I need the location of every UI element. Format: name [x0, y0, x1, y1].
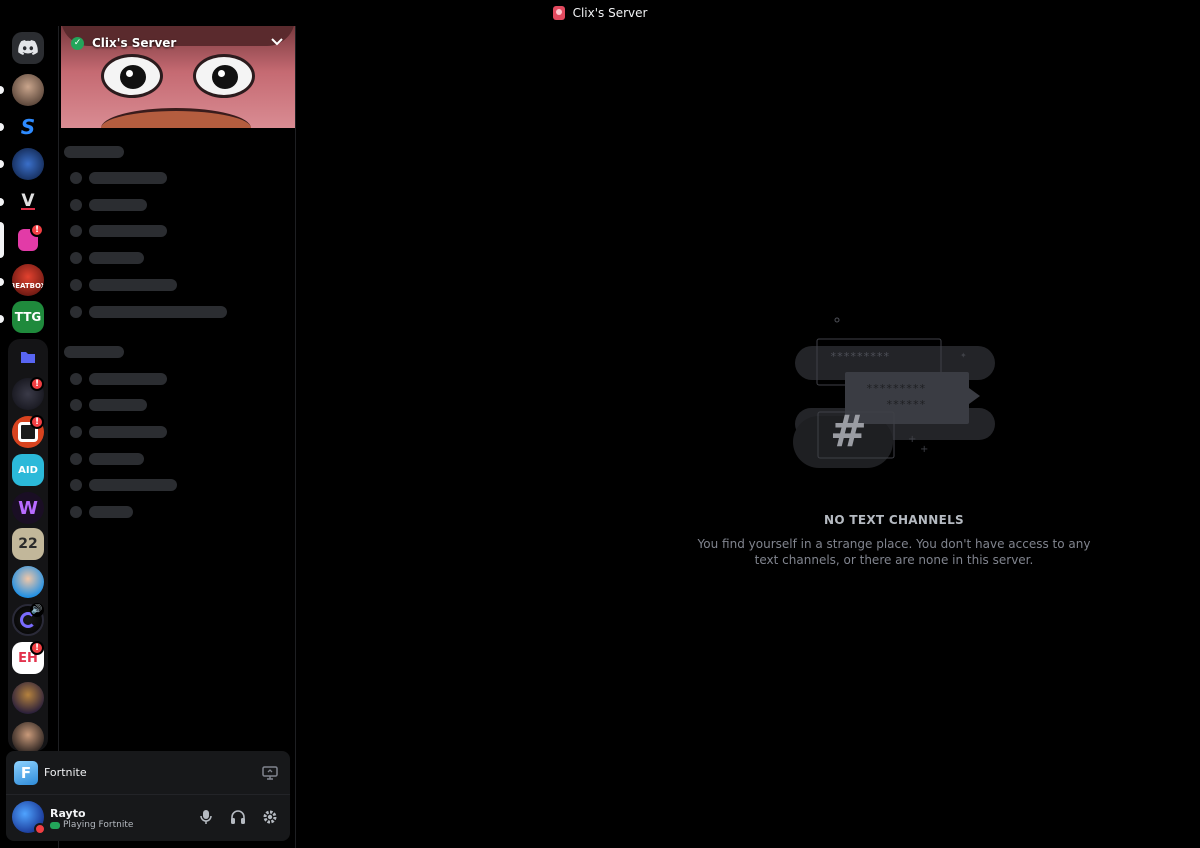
loading-channel [89, 479, 177, 491]
server-icon-small [552, 6, 565, 20]
speaker-icon: 🔊 [30, 603, 44, 617]
gamepad-icon [50, 821, 60, 829]
server-night-icon[interactable] [12, 148, 44, 180]
server-messi-icon[interactable] [12, 682, 44, 714]
server-aid-icon[interactable]: AID [12, 454, 44, 486]
fortnite-icon: F [14, 761, 38, 785]
verified-icon: ✓ [71, 36, 84, 50]
loading-channel-icon [70, 399, 82, 411]
server-avatar-icon[interactable] [12, 74, 44, 106]
svg-text:✦: ✦ [960, 351, 967, 360]
unread-pill [0, 315, 4, 323]
svg-text:******: ****** [886, 398, 926, 411]
loading-channel [89, 373, 167, 385]
loading-channel [89, 279, 177, 291]
loading-channel-icon [70, 252, 82, 264]
loading-channel [89, 426, 167, 438]
chevron-down-icon[interactable] [271, 36, 285, 50]
gear-icon[interactable] [260, 807, 280, 827]
loading-channel [89, 506, 133, 518]
server-person-icon[interactable] [12, 722, 44, 754]
window-title: Clix's Server [572, 6, 648, 20]
loading-category [64, 146, 124, 158]
mention-badge: ! [30, 377, 44, 391]
loading-channel-icon [70, 453, 82, 465]
server-name: Clix's Server [92, 36, 177, 50]
loading-channel [89, 306, 227, 318]
microphone-icon[interactable] [196, 807, 216, 827]
server-banner[interactable]: ✓ Clix's Server [61, 26, 295, 128]
mention-badge: ! [30, 415, 44, 429]
mention-badge: ! [30, 641, 44, 655]
server-22-icon[interactable]: 22 [12, 528, 44, 560]
server-ttg-icon[interactable]: TTG [12, 301, 44, 333]
banner-mouth [101, 108, 251, 128]
server-header[interactable]: ✓ Clix's Server [71, 36, 176, 50]
folder-icon[interactable] [12, 341, 44, 373]
loading-channel-icon [70, 373, 82, 385]
empty-state-description: You find yourself in a strange place. Yo… [697, 537, 1091, 567]
unread-pill [0, 278, 4, 286]
unread-pill [0, 198, 4, 206]
server-person-blue-icon[interactable] [12, 566, 44, 598]
unread-pill [0, 86, 4, 94]
channel-sidebar: ✓ Clix's Server [58, 26, 296, 848]
svg-text:*********: ********* [866, 382, 926, 395]
server-rail: S V ! BEATBOX TTG ! ! AID W 22 🔊 EH ! [0, 26, 56, 848]
discord-home-icon[interactable] [12, 32, 44, 64]
loading-channel-icon [70, 225, 82, 237]
banner-eye-right [193, 54, 255, 98]
server-beatbox-icon[interactable]: BEATBOX [12, 264, 44, 296]
empty-state-title: NO TEXT CHANNELS [824, 513, 964, 527]
loading-channel [89, 399, 147, 411]
svg-text:#: # [830, 406, 867, 457]
loading-channel-icon [70, 172, 82, 184]
activity-panel[interactable]: F Fortnite [6, 751, 290, 795]
selected-pill [0, 222, 4, 258]
loading-channel [89, 225, 167, 237]
loading-channel-icon [70, 199, 82, 211]
svg-text:+: + [920, 444, 928, 455]
stream-screen-icon[interactable] [262, 765, 278, 780]
loading-channel-icon [70, 506, 82, 518]
loading-channel-icon [70, 279, 82, 291]
loading-channel [89, 453, 144, 465]
svg-text:*********: ********* [830, 350, 890, 363]
mention-badge: ! [30, 223, 44, 237]
loading-category [64, 346, 124, 358]
loading-channel [89, 172, 167, 184]
unread-pill [0, 123, 4, 131]
window-titlebar: Clix's Server [0, 0, 1200, 26]
loading-channel-icon [70, 426, 82, 438]
loading-channel [89, 199, 147, 211]
server-v-icon[interactable]: V [12, 186, 44, 218]
server-w-icon[interactable]: W [12, 492, 44, 524]
loading-channel-icon [70, 479, 82, 491]
activity-game-name: Fortnite [44, 766, 87, 779]
user-panel: Rayto Playing Fortnite [6, 795, 290, 841]
dnd-status-icon [34, 823, 46, 835]
unread-pill [0, 160, 4, 168]
user-status: Playing Fortnite [50, 820, 133, 830]
headphones-icon[interactable] [228, 807, 248, 827]
server-s-icon[interactable]: S [12, 111, 44, 143]
no-channels-illustration: ********* ********* ****** # + + ✦ [790, 312, 1000, 472]
loading-channel-icon [70, 306, 82, 318]
banner-eye-left [101, 54, 163, 98]
svg-text:+: + [908, 434, 916, 445]
username[interactable]: Rayto [50, 807, 86, 820]
user-status-text: Playing Fortnite [63, 820, 134, 830]
loading-channel [89, 252, 144, 264]
